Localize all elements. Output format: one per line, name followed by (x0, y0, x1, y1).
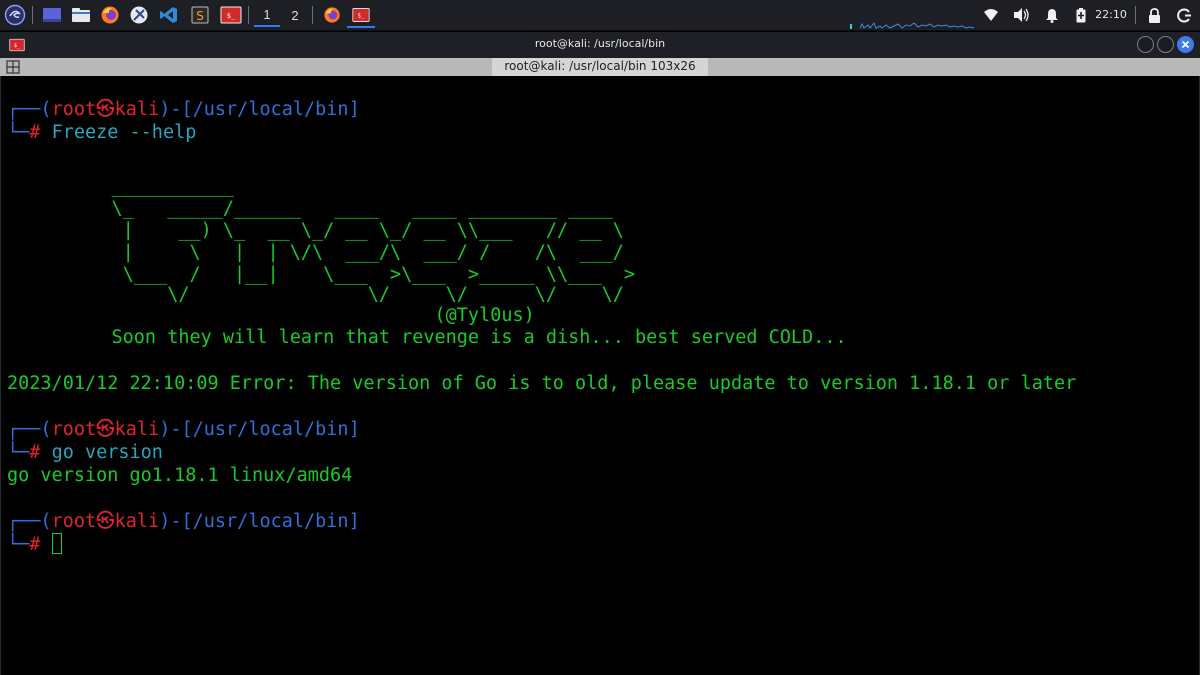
banner-author: (@Tyl0us) (0, 305, 535, 326)
terminal-icon[interactable]: $_ (218, 4, 244, 26)
sublime-icon[interactable]: S (189, 4, 211, 26)
terminal-tab-bar: root@kali: /usr/local/bin 103x26 (0, 58, 1200, 76)
skull-icon: ㉿ (96, 419, 115, 440)
task-firefox-icon[interactable] (319, 4, 345, 26)
workspace-1[interactable]: 1 (254, 4, 280, 27)
prompt-line: ┌──(root㉿kali)-[/usr/local/bin] (7, 99, 360, 120)
close-icon (1181, 40, 1190, 49)
command-name: Freeze (51, 122, 119, 143)
prompt-line: ┌──(root㉿kali)-[/usr/local/bin] (7, 419, 360, 440)
command-args: --help (118, 122, 197, 143)
window-titlebar[interactable]: $_ root@kali: /usr/local/bin (0, 32, 1200, 58)
prompt-path: /usr/local/bin (192, 511, 349, 532)
tab-title: root@kali: /usr/local/bin 103x26 (504, 59, 696, 73)
file-manager-icon[interactable] (68, 4, 94, 26)
command-name: go (51, 442, 74, 463)
battery-icon[interactable] (1074, 4, 1088, 26)
command-line[interactable]: └─# (7, 533, 62, 556)
svg-text:S: S (196, 9, 204, 23)
notification-bell-icon[interactable] (1044, 4, 1060, 26)
skull-icon: ㉿ (96, 99, 115, 120)
logout-icon[interactable] (1175, 4, 1193, 26)
command-line: └─# Freeze --help (7, 122, 197, 143)
window-title: root@kali: /usr/local/bin (534, 37, 666, 50)
command-args: version (73, 442, 163, 463)
svg-text:$_: $_ (358, 13, 365, 19)
banner-tagline: Soon they will learn that revenge is a d… (0, 327, 847, 348)
cpu-graph (850, 22, 975, 29)
skull-icon: ㉿ (96, 511, 115, 532)
error-message: 2023/01/12 22:10:09 Error: The version o… (7, 373, 1077, 394)
prompt-line: ┌──(root㉿kali)-[/usr/local/bin] (7, 511, 360, 532)
wifi-icon[interactable] (982, 4, 1000, 26)
panel-separator (312, 6, 313, 24)
svg-text:$_: $_ (227, 12, 236, 20)
show-desktop-icon[interactable] (39, 4, 65, 26)
task-terminal-icon[interactable]: $_ (347, 4, 375, 28)
panel-separator (248, 6, 249, 24)
terminal-output[interactable]: ┌──(root㉿kali)-[/usr/local/bin] └─# Free… (0, 76, 1200, 675)
banner-line: | __) \_ __ \_/ __ \_/ __ \\___ // __ \ (0, 220, 624, 241)
command-line: └─# go version (7, 442, 163, 463)
lock-screen-icon[interactable] (1146, 4, 1162, 26)
banner-line: | \ | | \/\ ___/\ ___/ / /\ ___/ (0, 242, 624, 263)
kali-tools-icon[interactable] (126, 4, 152, 26)
banner-line: \/ \/ \/ \/ \/ (0, 284, 624, 305)
clock[interactable]: 22:10 (1094, 7, 1128, 23)
kali-menu-icon[interactable] (3, 4, 27, 26)
firefox-icon[interactable] (97, 4, 123, 26)
volume-icon[interactable] (1011, 4, 1031, 26)
minimize-button[interactable] (1137, 36, 1154, 53)
workspace-2[interactable]: 2 (282, 4, 308, 27)
top-panel: S $_ 1 2 $_ 22:10 (0, 0, 1200, 31)
vscode-icon[interactable] (156, 4, 182, 26)
prompt-path: /usr/local/bin (192, 419, 349, 440)
maximize-button[interactable] (1157, 36, 1174, 53)
panel-separator (1135, 6, 1136, 24)
command-output: go version go1.18.1 linux/amd64 (7, 465, 353, 486)
text-cursor (51, 533, 62, 554)
panel-separator (32, 6, 33, 24)
banner-line: \_ _____/______ ____ ____ ________ ____ (0, 198, 613, 219)
prompt-path: /usr/local/bin (192, 99, 349, 120)
close-button[interactable] (1177, 36, 1194, 53)
banner-line: ___________ (0, 176, 235, 197)
